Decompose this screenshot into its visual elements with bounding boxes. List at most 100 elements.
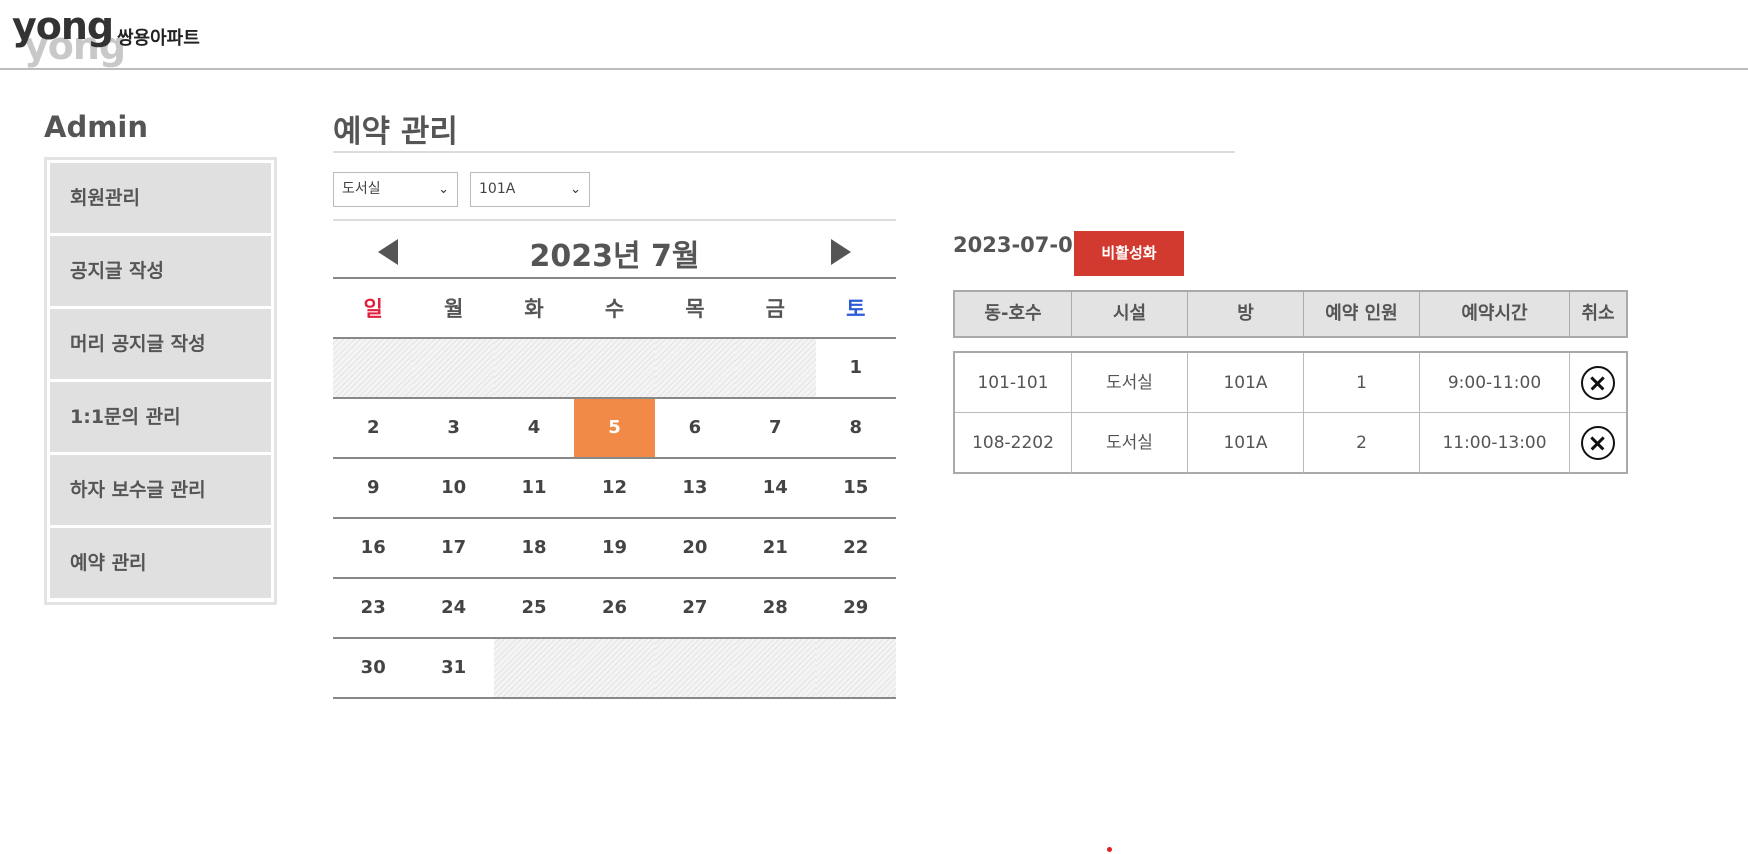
calendar-day[interactable]: 30 bbox=[333, 639, 413, 697]
calendar-day-selected[interactable]: 5 bbox=[574, 399, 655, 457]
calendar-empty-cell bbox=[815, 639, 896, 697]
calendar-day[interactable]: 14 bbox=[735, 459, 815, 517]
calendar-day[interactable]: 4 bbox=[494, 399, 574, 457]
calendar-day[interactable]: 9 bbox=[333, 459, 413, 517]
calendar-day[interactable]: 29 bbox=[816, 579, 896, 637]
cell-room: 101A bbox=[1188, 413, 1304, 473]
cell-unit: 108-2202 bbox=[955, 413, 1072, 473]
reservation-table-body: 101-101 도서실 101A 1 9:00-11:00 108-2202 도… bbox=[953, 351, 1628, 474]
calendar-empty-cell bbox=[735, 639, 816, 697]
calendar-empty-cell bbox=[413, 339, 494, 397]
calendar-empty-cell bbox=[493, 339, 575, 397]
cell-facility: 도서실 bbox=[1072, 353, 1188, 412]
calendar-day[interactable]: 7 bbox=[735, 399, 815, 457]
title-divider bbox=[333, 151, 1235, 153]
calendar-week-row: 16 17 18 19 20 21 22 bbox=[333, 519, 896, 579]
calendar-day[interactable]: 23 bbox=[333, 579, 413, 637]
cell-time: 9:00-11:00 bbox=[1420, 353, 1570, 412]
calendar-day[interactable]: 19 bbox=[574, 519, 654, 577]
sidebar-title: Admin bbox=[44, 110, 149, 144]
cell-facility: 도서실 bbox=[1072, 413, 1188, 473]
calendar-day[interactable]: 1 bbox=[816, 339, 896, 397]
column-room: 방 bbox=[1188, 292, 1304, 336]
facility-select-value: 도서실 bbox=[342, 181, 381, 197]
header: yong yong 쌍용아파트 bbox=[0, 0, 1748, 70]
weekday-wed: 수 bbox=[604, 297, 625, 321]
cell-people: 1 bbox=[1304, 353, 1420, 412]
calendar-day[interactable]: 3 bbox=[413, 399, 493, 457]
cell-room: 101A bbox=[1188, 353, 1304, 412]
weekday-tue: 화 bbox=[524, 297, 544, 321]
column-unit: 동-호수 bbox=[955, 292, 1072, 336]
calendar-day[interactable]: 31 bbox=[413, 639, 493, 697]
column-people: 예약 인원 bbox=[1304, 292, 1420, 336]
deactivate-button[interactable]: 비활성화 bbox=[1074, 231, 1184, 276]
calendar-week-row: 9 10 11 12 13 14 15 bbox=[333, 459, 896, 519]
month-label: 2023년 7월 bbox=[529, 239, 700, 274]
sidebar-item-members[interactable]: 회원관리 bbox=[50, 163, 271, 233]
chevron-down-icon: ⌄ bbox=[570, 182, 581, 197]
sidebar-item-write-top-notice[interactable]: 머리 공지글 작성 bbox=[50, 309, 271, 379]
cell-cancel bbox=[1570, 353, 1626, 412]
calendar-week-row: 30 31 bbox=[333, 639, 896, 699]
calendar-header: 2023년 7월 bbox=[333, 221, 896, 279]
facility-select[interactable]: 도서실 ⌄ bbox=[333, 172, 458, 207]
sidebar-item-write-notice[interactable]: 공지글 작성 bbox=[50, 236, 271, 306]
room-select-value: 101A bbox=[479, 181, 516, 197]
calendar-day[interactable]: 11 bbox=[494, 459, 574, 517]
calendar-day[interactable]: 15 bbox=[816, 459, 896, 517]
room-select[interactable]: 101A ⌄ bbox=[470, 172, 590, 207]
calendar-day[interactable]: 16 bbox=[333, 519, 413, 577]
logo[interactable]: yong yong bbox=[12, 4, 126, 68]
calendar-grid: 1 2 3 4 5 6 7 8 9 10 11 12 13 14 15 16 17 18 19 20 21 22 23 24 2… bbox=[333, 339, 896, 699]
calendar-day[interactable]: 26 bbox=[574, 579, 654, 637]
table-row: 108-2202 도서실 101A 2 11:00-13:00 bbox=[955, 413, 1626, 473]
calendar-week-row: 2345678 bbox=[333, 399, 896, 459]
calendar-empty-cell bbox=[654, 639, 736, 697]
cell-time: 11:00-13:00 bbox=[1420, 413, 1570, 473]
cancel-icon[interactable] bbox=[1581, 426, 1615, 460]
weekday-header: 일 월 화 수 목 금 토 bbox=[333, 279, 896, 339]
calendar-day[interactable]: 12 bbox=[574, 459, 654, 517]
chevron-down-icon: ⌄ bbox=[438, 182, 449, 197]
calendar-day[interactable]: 27 bbox=[655, 579, 735, 637]
sidebar: 회원관리 공지글 작성 머리 공지글 작성 1:1문의 관리 하자 보수글 관리… bbox=[44, 157, 277, 605]
calendar-empty-cell bbox=[654, 339, 736, 397]
calendar-day[interactable]: 6 bbox=[655, 399, 735, 457]
calendar-empty-cell bbox=[574, 339, 655, 397]
calendar-day[interactable]: 18 bbox=[494, 519, 574, 577]
calendar-day[interactable]: 13 bbox=[655, 459, 735, 517]
calendar-day[interactable]: 22 bbox=[816, 519, 896, 577]
sidebar-item-defect-repairs[interactable]: 하자 보수글 관리 bbox=[50, 455, 271, 525]
calendar-day[interactable]: 21 bbox=[735, 519, 815, 577]
calendar-empty-cell bbox=[333, 339, 414, 397]
table-row: 101-101 도서실 101A 1 9:00-11:00 bbox=[955, 353, 1626, 413]
calendar-day[interactable]: 20 bbox=[655, 519, 735, 577]
calendar-day[interactable]: 17 bbox=[413, 519, 493, 577]
weekday-sun: 일 bbox=[363, 297, 383, 321]
calendar-day[interactable]: 24 bbox=[413, 579, 493, 637]
calendar-day[interactable]: 28 bbox=[735, 579, 815, 637]
calendar-day[interactable]: 10 bbox=[413, 459, 493, 517]
sidebar-item-inquiries[interactable]: 1:1문의 관리 bbox=[50, 382, 271, 452]
calendar-day[interactable]: 8 bbox=[816, 399, 896, 457]
column-cancel: 취소 bbox=[1581, 303, 1615, 324]
calendar-empty-cell bbox=[735, 339, 816, 397]
calendar-empty-cell bbox=[574, 639, 655, 697]
next-month-icon[interactable] bbox=[831, 239, 851, 265]
cancel-icon[interactable] bbox=[1581, 366, 1615, 400]
page-title: 예약 관리 bbox=[333, 114, 458, 150]
weekday-fri: 금 bbox=[765, 297, 785, 321]
cell-people: 2 bbox=[1304, 413, 1420, 473]
weekday-mon: 월 bbox=[443, 297, 464, 321]
column-facility: 시설 bbox=[1072, 292, 1188, 336]
cursor-dot bbox=[1107, 847, 1112, 852]
column-time: 예약시간 bbox=[1420, 292, 1570, 336]
calendar-week-row: 1 bbox=[333, 339, 896, 399]
apartment-name: 쌍용아파트 bbox=[117, 28, 200, 49]
calendar-day[interactable]: 2 bbox=[333, 399, 413, 457]
calendar-day[interactable]: 25 bbox=[494, 579, 574, 637]
logo-text[interactable]: yong bbox=[12, 4, 114, 48]
sidebar-item-reservations[interactable]: 예약 관리 bbox=[50, 528, 271, 598]
weekday-sat: 토 bbox=[846, 297, 866, 321]
